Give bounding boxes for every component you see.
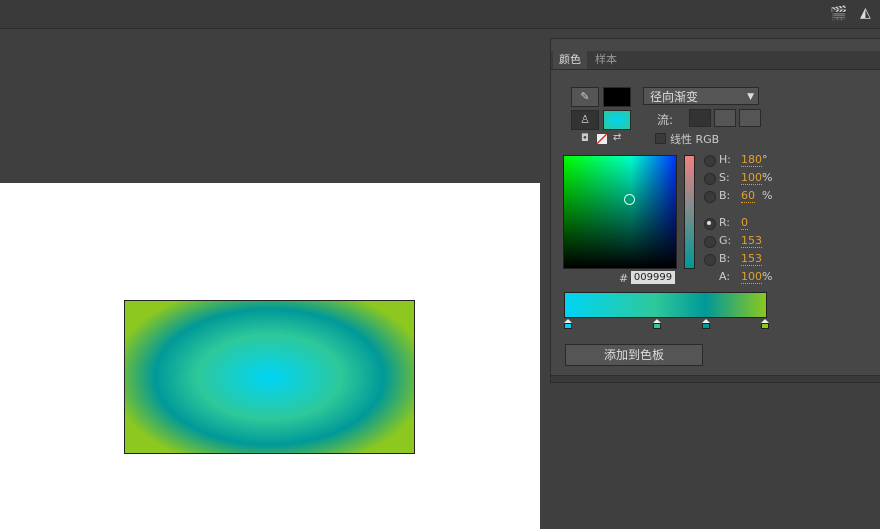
channel-label: B: xyxy=(719,189,731,202)
channel-radio[interactable] xyxy=(704,236,716,248)
radial-gradient-rectangle[interactable] xyxy=(124,300,415,454)
gradient-type-value: 径向渐变 xyxy=(650,90,699,104)
chevron-down-icon: ▼ xyxy=(747,92,754,102)
channel-unit: % xyxy=(762,189,773,202)
clapperboard-icon[interactable]: 🎬 xyxy=(830,6,847,22)
channel-label: A: xyxy=(719,270,731,283)
stroke-color-button[interactable]: ✎ xyxy=(571,87,599,107)
gradient-stop[interactable] xyxy=(701,319,710,329)
linear-rgb-checkbox[interactable] xyxy=(655,133,666,144)
gradient-stop[interactable] xyxy=(761,319,769,329)
no-color-icon[interactable] xyxy=(597,134,607,144)
channel-label: B: xyxy=(719,252,731,265)
shape-tools-icon[interactable]: ◭ xyxy=(860,5,871,21)
fill-color-button[interactable]: ♙ xyxy=(571,110,599,130)
tab-color[interactable]: 颜色 xyxy=(553,51,587,69)
swap-colors-icon[interactable]: ⇄ xyxy=(613,132,621,143)
flow-extend-button[interactable] xyxy=(689,109,711,127)
fill-swatch[interactable] xyxy=(603,110,631,130)
channel-label: R: xyxy=(719,216,731,229)
stroke-swatch[interactable] xyxy=(603,87,631,107)
channel-label: H: xyxy=(719,153,731,166)
channel-value[interactable]: 153 xyxy=(741,234,762,248)
channel-value[interactable]: 100 xyxy=(741,171,762,185)
channel-value[interactable]: 180 xyxy=(741,153,762,167)
channel-value[interactable]: 0 xyxy=(741,216,748,230)
flow-label: 流: xyxy=(657,113,674,127)
channel-radio[interactable] xyxy=(704,218,716,230)
default-colors-icon[interactable]: ◘ xyxy=(581,133,589,144)
channel-unit: ° xyxy=(762,153,768,166)
gradient-stop[interactable] xyxy=(564,319,572,329)
flow-reflect-button[interactable] xyxy=(714,109,736,127)
channel-value[interactable]: 100 xyxy=(741,270,762,284)
hex-label: # xyxy=(619,272,629,285)
channel-value[interactable]: 153 xyxy=(741,252,762,266)
saturation-brightness-picker[interactable] xyxy=(563,155,677,269)
top-toolbar: 🎬 ◭ xyxy=(0,0,880,29)
channel-label: S: xyxy=(719,171,730,184)
flow-repeat-button[interactable] xyxy=(739,109,761,127)
picker-cursor[interactable] xyxy=(624,194,635,205)
channel-radio[interactable] xyxy=(704,155,716,167)
channel-radio[interactable] xyxy=(704,191,716,203)
gradient-stop[interactable] xyxy=(652,319,661,329)
tab-swatches[interactable]: 样本 xyxy=(589,51,623,69)
panel-resize-handle[interactable] xyxy=(551,375,880,382)
hue-slider[interactable] xyxy=(684,155,695,269)
paint-bucket-icon: ♙ xyxy=(580,113,590,126)
channel-value[interactable]: 60 xyxy=(741,189,755,203)
hex-input[interactable]: 009999 xyxy=(631,271,675,284)
channel-radio[interactable] xyxy=(704,254,716,266)
gradient-type-select[interactable]: 径向渐变 ▼ xyxy=(643,87,759,105)
channel-unit: % xyxy=(762,270,773,283)
channel-unit: % xyxy=(762,171,773,184)
add-to-swatches-button[interactable]: 添加到色板 xyxy=(565,344,703,366)
channel-radio[interactable] xyxy=(704,173,716,185)
color-panel: 颜色 样本 ✎ ♙ ◘ ⇄ 径向渐变 ▼ 流: 线性 RGB # 009999 … xyxy=(550,38,880,383)
linear-rgb-label: 线性 RGB xyxy=(670,133,720,146)
channel-label: G: xyxy=(719,234,732,247)
pencil-icon: ✎ xyxy=(580,90,590,103)
gradient-bar[interactable] xyxy=(564,292,767,318)
